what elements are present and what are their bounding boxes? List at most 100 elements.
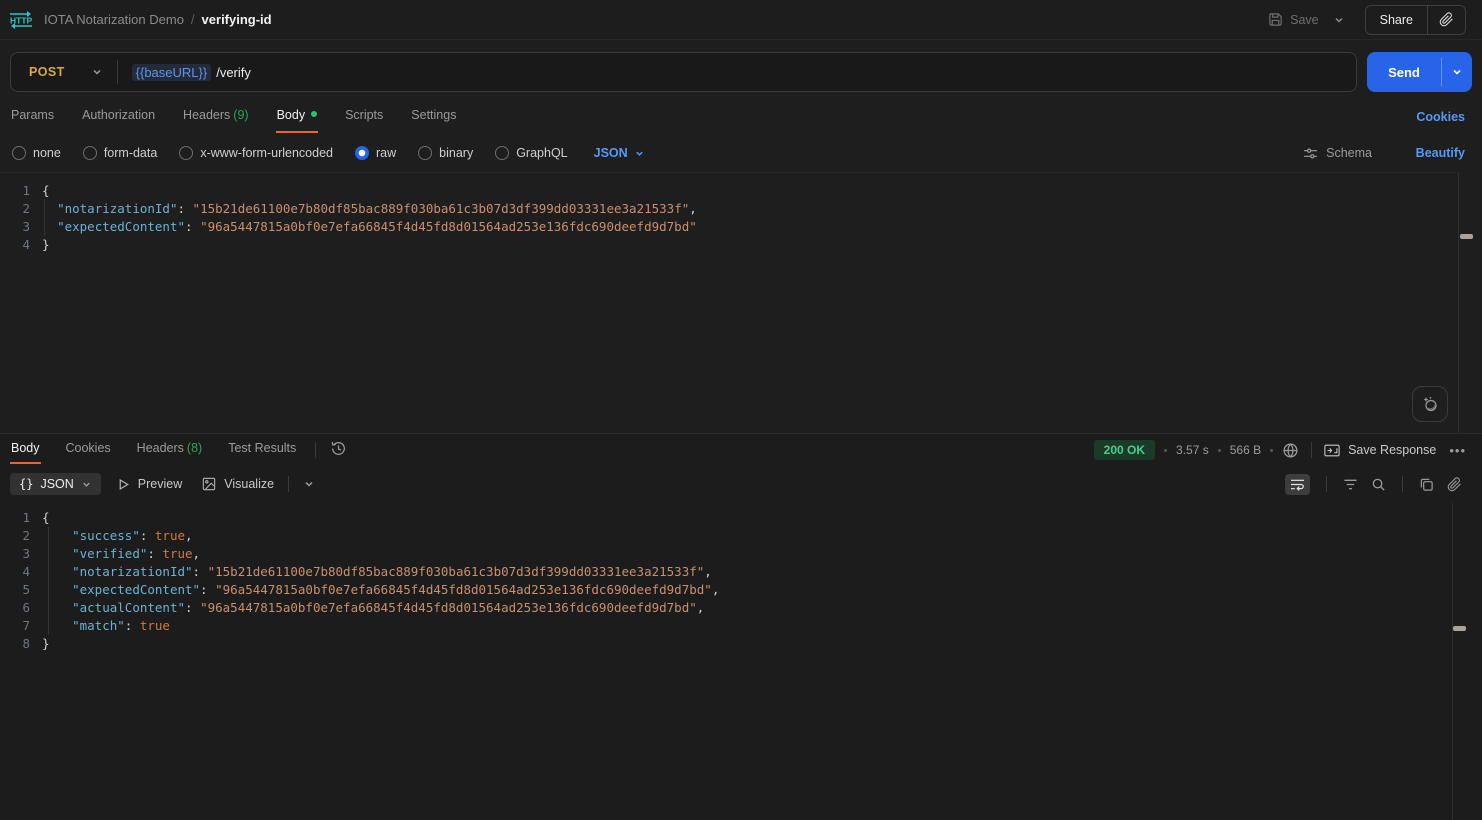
braces-icon: {} — [19, 477, 33, 491]
tools-divider — [1402, 476, 1403, 492]
save-label: Save — [1290, 13, 1319, 27]
send-split-button: Send — [1367, 52, 1472, 92]
body-type-none[interactable]: none — [12, 146, 61, 160]
tab-body[interactable]: Body — [276, 102, 319, 133]
visualize-button[interactable]: Visualize — [202, 477, 274, 491]
response-size[interactable]: 566 B — [1230, 443, 1261, 457]
send-options-caret[interactable] — [1442, 52, 1472, 92]
body-type-form-data[interactable]: form-data — [83, 146, 158, 160]
line-number: 2 — [0, 527, 30, 545]
body-modified-dot — [311, 111, 317, 117]
method-selector[interactable]: POST — [11, 53, 117, 91]
response-meta: 200 OK 3.57 s 566 B Save Response ••• — [1094, 433, 1466, 467]
meta-dot — [1270, 449, 1273, 452]
postbot-button[interactable] — [1412, 386, 1448, 422]
app-window: HTTP IOTA Notarization Demo / verifying-… — [0, 0, 1482, 820]
code-line: 3 "verified": true, — [0, 545, 1452, 563]
radio-icon — [83, 146, 97, 160]
copy-button[interactable] — [1419, 477, 1434, 492]
body-type-urlencoded[interactable]: x-www-form-urlencoded — [179, 146, 333, 160]
response-body-editor[interactable]: 1{2 "success": true,3 "verified": true,4… — [0, 503, 1452, 820]
line-number: 4 — [0, 563, 30, 581]
response-tabs: Body Cookies Headers(8) Test Results — [10, 433, 347, 467]
word-wrap-icon — [1290, 478, 1305, 491]
request-tabs: Params Authorization Headers(9) Body Scr… — [10, 102, 1482, 134]
share-group: Share — [1365, 5, 1466, 35]
response-tab-body[interactable]: Body — [10, 433, 41, 464]
url-divider — [117, 60, 118, 84]
radio-icon — [179, 146, 193, 160]
floppy-icon — [1268, 12, 1283, 27]
tab-headers[interactable]: Headers(9) — [182, 102, 250, 133]
word-wrap-toggle[interactable] — [1285, 474, 1310, 495]
response-more-options[interactable]: ••• — [1449, 443, 1466, 458]
save-button[interactable]: Save — [1260, 6, 1327, 33]
tab-scripts[interactable]: Scripts — [344, 102, 384, 133]
url-variable: {{baseURL}} — [132, 64, 212, 81]
filter-button[interactable] — [1343, 478, 1358, 491]
schema-button[interactable]: Schema — [1303, 146, 1372, 161]
copy-link-button[interactable] — [1428, 6, 1465, 34]
line-number: 4 — [0, 236, 30, 254]
beautify-link[interactable]: Beautify — [1416, 146, 1465, 160]
tab-params[interactable]: Params — [10, 102, 55, 133]
send-button[interactable]: Send — [1367, 52, 1441, 92]
search-button[interactable] — [1371, 477, 1386, 492]
breadcrumb-request-name[interactable]: verifying-id — [202, 12, 272, 27]
link-button[interactable] — [1447, 477, 1462, 492]
code-line: 1{ — [0, 182, 1458, 200]
url-input[interactable]: {{baseURL}} /verify — [132, 64, 251, 81]
response-tab-headers[interactable]: Headers(8) — [136, 433, 204, 464]
raw-format-selector[interactable]: JSON — [594, 146, 645, 160]
tab-authorization[interactable]: Authorization — [81, 102, 156, 133]
top-bar: HTTP IOTA Notarization Demo / verifying-… — [0, 0, 1482, 40]
chevron-down-icon — [91, 66, 103, 78]
request-editor-scroll-track — [1458, 172, 1459, 433]
response-headers-count: (8) — [187, 441, 202, 455]
globe-icon — [1282, 442, 1299, 459]
line-number: 6 — [0, 599, 30, 617]
cookies-link[interactable]: Cookies — [1416, 110, 1465, 124]
chevron-down-icon — [1451, 66, 1463, 78]
tab-settings[interactable]: Settings — [410, 102, 457, 133]
response-tab-cookies[interactable]: Cookies — [65, 433, 112, 464]
response-toolbar: {} JSON Preview Visualize — [10, 469, 1482, 499]
status-badge[interactable]: 200 OK — [1094, 440, 1155, 460]
network-info-button[interactable] — [1282, 442, 1299, 459]
line-number: 8 — [0, 635, 30, 653]
method-label: POST — [29, 65, 65, 79]
body-type-raw[interactable]: raw — [355, 146, 396, 160]
radio-icon — [418, 146, 432, 160]
response-tools — [1285, 469, 1462, 499]
request-editor-scroll-thumb[interactable] — [1460, 234, 1473, 239]
code-line: 8} — [0, 635, 1452, 653]
body-type-binary[interactable]: binary — [418, 146, 473, 160]
history-clock-icon — [330, 440, 347, 457]
radio-icon — [495, 146, 509, 160]
line-number: 7 — [0, 617, 30, 635]
response-editor-scroll-thumb[interactable] — [1453, 626, 1466, 631]
chevron-down-icon[interactable] — [303, 478, 315, 490]
breadcrumb-collection[interactable]: IOTA Notarization Demo — [44, 12, 184, 27]
code-line: 3 "expectedContent": "96a5447815a0bf0e7e… — [0, 218, 1458, 236]
url-path: /verify — [216, 65, 251, 80]
request-url-bar: POST {{baseURL}} /verify — [10, 52, 1357, 92]
request-body-editor[interactable]: 1{2 "notarizationId": "15b21de61100e7b80… — [0, 172, 1458, 433]
code-line: 6 "actualContent": "96a5447815a0bf0e7efa… — [0, 599, 1452, 617]
save-response-button[interactable]: Save Response — [1324, 443, 1436, 457]
radio-selected-icon — [355, 146, 369, 160]
response-history-button[interactable] — [330, 440, 347, 457]
preview-button[interactable]: Preview — [117, 477, 182, 491]
body-type-graphql[interactable]: GraphQL — [495, 146, 567, 160]
response-time[interactable]: 3.57 s — [1176, 443, 1209, 457]
radio-icon — [12, 146, 26, 160]
chevron-down-icon — [1333, 14, 1345, 26]
save-options-caret[interactable] — [1327, 8, 1351, 32]
search-icon — [1371, 477, 1386, 492]
line-number: 3 — [0, 545, 30, 563]
response-format-dropdown[interactable]: {} JSON — [10, 473, 101, 495]
body-type-row: none form-data x-www-form-urlencoded raw… — [12, 138, 1482, 168]
share-button[interactable]: Share — [1366, 6, 1427, 34]
meta-dot — [1218, 449, 1221, 452]
response-tab-test-results[interactable]: Test Results — [227, 433, 297, 464]
